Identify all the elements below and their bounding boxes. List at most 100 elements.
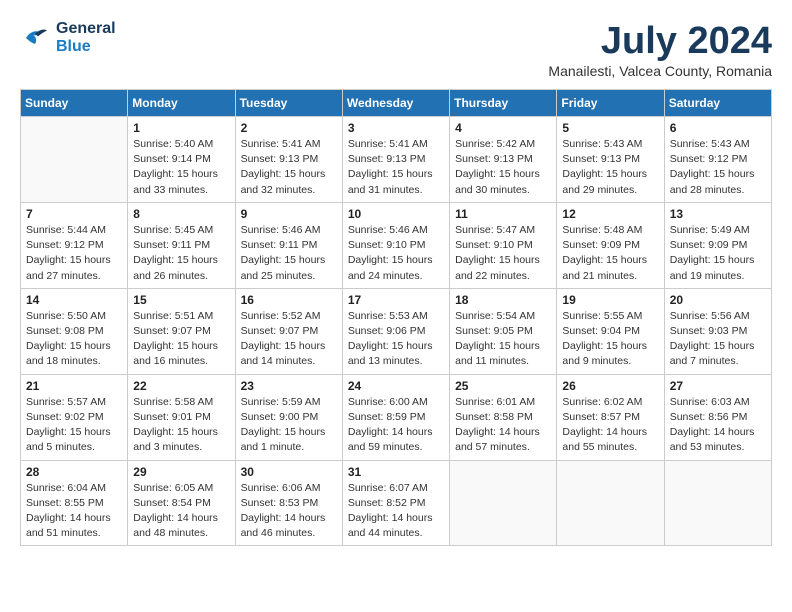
day-number: 31 bbox=[348, 465, 444, 479]
title-section: July 2024 Manailesti, Valcea County, Rom… bbox=[548, 20, 772, 79]
day-info: Sunrise: 5:58 AM Sunset: 9:01 PM Dayligh… bbox=[133, 395, 229, 456]
calendar-cell: 1 Sunrise: 5:40 AM Sunset: 9:14 PM Daylig… bbox=[128, 117, 235, 203]
day-number: 7 bbox=[26, 207, 122, 221]
calendar-cell: 22 Sunrise: 5:58 AM Sunset: 9:01 PM Dayli… bbox=[128, 374, 235, 460]
day-number: 17 bbox=[348, 293, 444, 307]
calendar-cell: 15 Sunrise: 5:51 AM Sunset: 9:07 PM Dayli… bbox=[128, 288, 235, 374]
calendar-cell: 19Sunrise: 5:55 AM Sunset: 9:04 PM Dayli… bbox=[557, 288, 664, 374]
day-info: Sunrise: 6:03 AM Sunset: 8:56 PM Dayligh… bbox=[670, 395, 766, 456]
day-info: Sunrise: 5:57 AM Sunset: 9:02 PM Dayligh… bbox=[26, 395, 122, 456]
day-number: 30 bbox=[241, 465, 337, 479]
header-wednesday: Wednesday bbox=[342, 90, 449, 117]
calendar-cell: 24 Sunrise: 6:00 AM Sunset: 8:59 PM Dayli… bbox=[342, 374, 449, 460]
day-info: Sunrise: 5:49 AM Sunset: 9:09 PM Dayligh… bbox=[670, 223, 766, 284]
calendar-cell: 30 Sunrise: 6:06 AM Sunset: 8:53 PM Dayli… bbox=[235, 460, 342, 546]
calendar-cell: 16 Sunrise: 5:52 AM Sunset: 9:07 PM Dayli… bbox=[235, 288, 342, 374]
calendar-header-row: SundayMondayTuesdayWednesdayThursdayFrid… bbox=[21, 90, 772, 117]
calendar-cell: 13 Sunrise: 5:49 AM Sunset: 9:09 PM Dayli… bbox=[664, 202, 771, 288]
calendar-cell: 17 Sunrise: 5:53 AM Sunset: 9:06 PM Dayli… bbox=[342, 288, 449, 374]
day-info: Sunrise: 6:06 AM Sunset: 8:53 PM Dayligh… bbox=[241, 481, 337, 542]
day-info: Sunrise: 6:07 AM Sunset: 8:52 PM Dayligh… bbox=[348, 481, 444, 542]
day-info: Sunrise: 5:52 AM Sunset: 9:07 PM Dayligh… bbox=[241, 309, 337, 370]
day-number: 2 bbox=[241, 121, 337, 135]
day-number: 27 bbox=[670, 379, 766, 393]
day-info: Sunrise: 5:53 AM Sunset: 9:06 PM Dayligh… bbox=[348, 309, 444, 370]
calendar-cell: 2 Sunrise: 5:41 AM Sunset: 9:13 PM Daylig… bbox=[235, 117, 342, 203]
calendar-table: SundayMondayTuesdayWednesdayThursdayFrid… bbox=[20, 89, 772, 546]
calendar-cell: 20Sunrise: 5:56 AM Sunset: 9:03 PM Dayli… bbox=[664, 288, 771, 374]
day-info: Sunrise: 5:40 AM Sunset: 9:14 PM Dayligh… bbox=[133, 137, 229, 198]
calendar-cell bbox=[21, 117, 128, 203]
calendar-cell: 14 Sunrise: 5:50 AM Sunset: 9:08 PM Dayli… bbox=[21, 288, 128, 374]
calendar-cell: 12 Sunrise: 5:48 AM Sunset: 9:09 PM Dayli… bbox=[557, 202, 664, 288]
day-info: Sunrise: 5:51 AM Sunset: 9:07 PM Dayligh… bbox=[133, 309, 229, 370]
month-title: July 2024 bbox=[548, 20, 772, 63]
day-number: 4 bbox=[455, 121, 551, 135]
calendar-cell: 3Sunrise: 5:41 AM Sunset: 9:13 PM Daylig… bbox=[342, 117, 449, 203]
calendar-cell bbox=[664, 460, 771, 546]
calendar-cell: 9Sunrise: 5:46 AM Sunset: 9:11 PM Daylig… bbox=[235, 202, 342, 288]
day-number: 19 bbox=[562, 293, 658, 307]
page-header: General Blue July 2024 Manailesti, Valce… bbox=[20, 20, 772, 79]
day-number: 21 bbox=[26, 379, 122, 393]
day-number: 13 bbox=[670, 207, 766, 221]
day-number: 28 bbox=[26, 465, 122, 479]
calendar-week-5: 28 Sunrise: 6:04 AM Sunset: 8:55 PM Dayli… bbox=[21, 460, 772, 546]
logo-icon bbox=[20, 23, 50, 53]
calendar-cell: 18Sunrise: 5:54 AM Sunset: 9:05 PM Dayli… bbox=[450, 288, 557, 374]
calendar-cell: 6 Sunrise: 5:43 AM Sunset: 9:12 PM Daylig… bbox=[664, 117, 771, 203]
day-info: Sunrise: 5:43 AM Sunset: 9:12 PM Dayligh… bbox=[670, 137, 766, 198]
calendar-cell bbox=[557, 460, 664, 546]
calendar-week-4: 21 Sunrise: 5:57 AM Sunset: 9:02 PM Dayli… bbox=[21, 374, 772, 460]
day-info: Sunrise: 5:41 AM Sunset: 9:13 PM Dayligh… bbox=[241, 137, 337, 198]
header-monday: Monday bbox=[128, 90, 235, 117]
day-number: 1 bbox=[133, 121, 229, 135]
calendar-cell: 26Sunrise: 6:02 AM Sunset: 8:57 PM Dayli… bbox=[557, 374, 664, 460]
header-friday: Friday bbox=[557, 90, 664, 117]
calendar-cell: 4Sunrise: 5:42 AM Sunset: 9:13 PM Daylig… bbox=[450, 117, 557, 203]
calendar-cell: 25 Sunrise: 6:01 AM Sunset: 8:58 PM Dayli… bbox=[450, 374, 557, 460]
day-info: Sunrise: 5:46 AM Sunset: 9:11 PM Dayligh… bbox=[241, 223, 337, 284]
calendar-cell: 28 Sunrise: 6:04 AM Sunset: 8:55 PM Dayli… bbox=[21, 460, 128, 546]
day-number: 22 bbox=[133, 379, 229, 393]
day-number: 25 bbox=[455, 379, 551, 393]
day-info: Sunrise: 5:48 AM Sunset: 9:09 PM Dayligh… bbox=[562, 223, 658, 284]
day-info: Sunrise: 5:47 AM Sunset: 9:10 PM Dayligh… bbox=[455, 223, 551, 284]
day-number: 14 bbox=[26, 293, 122, 307]
calendar-week-3: 14 Sunrise: 5:50 AM Sunset: 9:08 PM Dayli… bbox=[21, 288, 772, 374]
day-number: 8 bbox=[133, 207, 229, 221]
calendar-cell: 10Sunrise: 5:46 AM Sunset: 9:10 PM Dayli… bbox=[342, 202, 449, 288]
day-info: Sunrise: 6:05 AM Sunset: 8:54 PM Dayligh… bbox=[133, 481, 229, 542]
day-info: Sunrise: 6:02 AM Sunset: 8:57 PM Dayligh… bbox=[562, 395, 658, 456]
location-subtitle: Manailesti, Valcea County, Romania bbox=[548, 63, 772, 79]
calendar-cell: 29 Sunrise: 6:05 AM Sunset: 8:54 PM Dayli… bbox=[128, 460, 235, 546]
calendar-cell: 7Sunrise: 5:44 AM Sunset: 9:12 PM Daylig… bbox=[21, 202, 128, 288]
day-info: Sunrise: 6:00 AM Sunset: 8:59 PM Dayligh… bbox=[348, 395, 444, 456]
day-number: 23 bbox=[241, 379, 337, 393]
logo-text: General Blue bbox=[56, 20, 116, 56]
day-number: 18 bbox=[455, 293, 551, 307]
day-info: Sunrise: 5:56 AM Sunset: 9:03 PM Dayligh… bbox=[670, 309, 766, 370]
header-sunday: Sunday bbox=[21, 90, 128, 117]
day-info: Sunrise: 5:50 AM Sunset: 9:08 PM Dayligh… bbox=[26, 309, 122, 370]
header-thursday: Thursday bbox=[450, 90, 557, 117]
day-info: Sunrise: 5:45 AM Sunset: 9:11 PM Dayligh… bbox=[133, 223, 229, 284]
day-number: 16 bbox=[241, 293, 337, 307]
day-number: 12 bbox=[562, 207, 658, 221]
day-number: 29 bbox=[133, 465, 229, 479]
day-number: 6 bbox=[670, 121, 766, 135]
calendar-week-2: 7Sunrise: 5:44 AM Sunset: 9:12 PM Daylig… bbox=[21, 202, 772, 288]
header-saturday: Saturday bbox=[664, 90, 771, 117]
day-info: Sunrise: 6:04 AM Sunset: 8:55 PM Dayligh… bbox=[26, 481, 122, 542]
day-info: Sunrise: 6:01 AM Sunset: 8:58 PM Dayligh… bbox=[455, 395, 551, 456]
day-number: 24 bbox=[348, 379, 444, 393]
calendar-cell: 23Sunrise: 5:59 AM Sunset: 9:00 PM Dayli… bbox=[235, 374, 342, 460]
day-number: 15 bbox=[133, 293, 229, 307]
calendar-cell: 27 Sunrise: 6:03 AM Sunset: 8:56 PM Dayli… bbox=[664, 374, 771, 460]
calendar-cell: 31 Sunrise: 6:07 AM Sunset: 8:52 PM Dayli… bbox=[342, 460, 449, 546]
calendar-cell: 8 Sunrise: 5:45 AM Sunset: 9:11 PM Daylig… bbox=[128, 202, 235, 288]
calendar-cell: 5Sunrise: 5:43 AM Sunset: 9:13 PM Daylig… bbox=[557, 117, 664, 203]
calendar-cell: 11Sunrise: 5:47 AM Sunset: 9:10 PM Dayli… bbox=[450, 202, 557, 288]
calendar-week-1: 1 Sunrise: 5:40 AM Sunset: 9:14 PM Daylig… bbox=[21, 117, 772, 203]
calendar-cell: 21 Sunrise: 5:57 AM Sunset: 9:02 PM Dayli… bbox=[21, 374, 128, 460]
